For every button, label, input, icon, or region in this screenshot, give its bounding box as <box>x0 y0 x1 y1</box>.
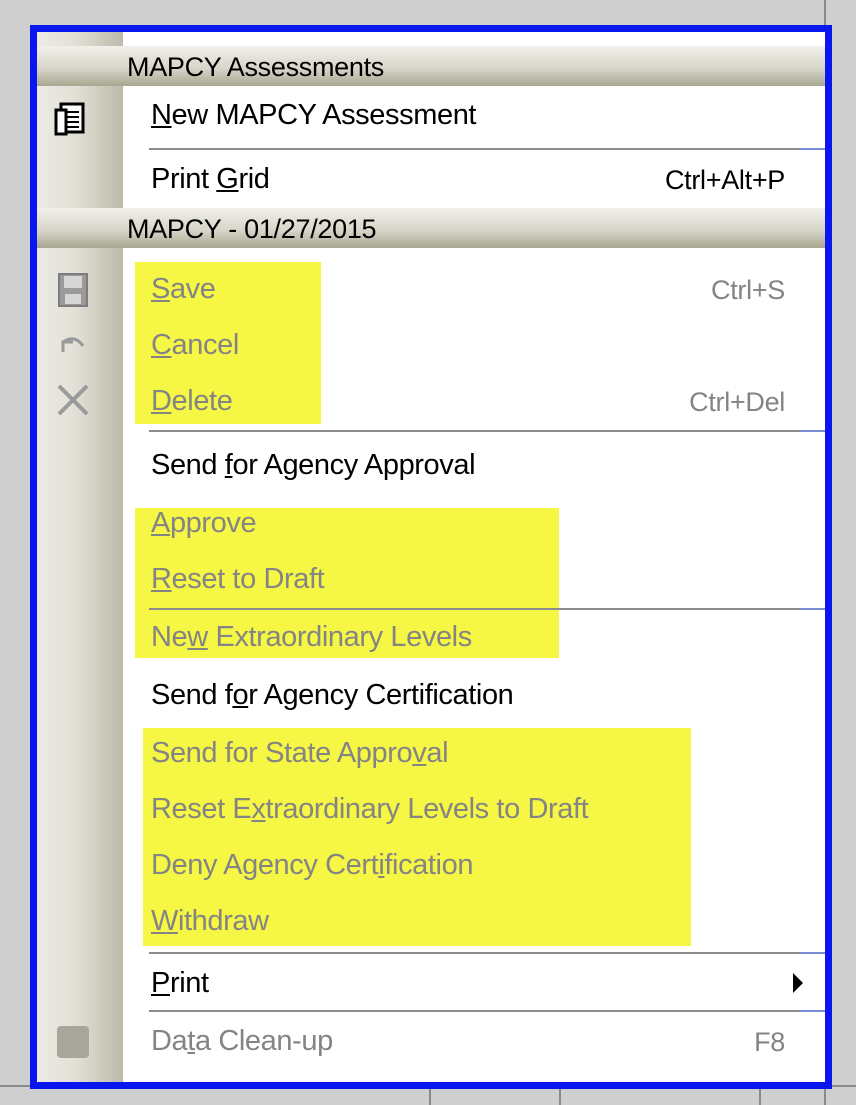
menu-item-label: Save <box>151 273 216 305</box>
shortcut-label: F8 <box>754 1027 785 1057</box>
menu-separator <box>149 1010 799 1012</box>
menu-item-label: Deny Agency Certification <box>151 849 474 881</box>
menu-item-send-state-approval[interactable]: Send for State Approval <box>37 726 825 782</box>
menu-item-label: Send for Agency Approval <box>151 449 476 481</box>
menu-item-label: Print Grid <box>151 163 270 195</box>
menu-item-reset-draft[interactable]: Reset to Draft <box>37 552 825 608</box>
menu-item-label: Withdraw <box>151 905 269 937</box>
menu-item-print[interactable]: Print <box>37 956 825 1012</box>
menu-item-label: New MAPCY Assessment <box>151 99 477 131</box>
menu-separator-edge <box>799 148 825 150</box>
menu-separator-edge <box>799 1010 825 1012</box>
menu-item-label: Print <box>151 967 209 999</box>
shortcut-label: Ctrl+Alt+P <box>664 165 785 195</box>
section-header-record: MAPCY - 01/27/2015 <box>37 208 825 248</box>
shortcut-label: Ctrl+Del <box>689 387 785 417</box>
menu-item-send-agency-approval[interactable]: Send for Agency Approval <box>37 438 825 494</box>
save-icon <box>58 273 88 307</box>
menu-item-label: Data Clean-up <box>151 1025 333 1057</box>
delete-icon <box>57 384 89 416</box>
menu-item-cancel[interactable]: Cancel <box>37 318 825 374</box>
menu-item-new-extraordinary-levels[interactable]: New Extraordinary Levels <box>37 610 825 666</box>
menu-separator <box>149 952 799 954</box>
menu-item-approve[interactable]: Approve <box>37 496 825 552</box>
menu-item-label: Cancel <box>151 329 239 361</box>
menu-item-label: Send for State Approval <box>151 737 449 769</box>
menu-item-withdraw[interactable]: Withdraw <box>37 894 825 950</box>
menu-item-save[interactable]: Save Ctrl+S <box>37 262 825 318</box>
menu-item-data-cleanup[interactable]: Data Clean-up F8 <box>37 1014 825 1070</box>
menu-item-deny-agency-certification[interactable]: Deny Agency Certification <box>37 838 825 894</box>
menu-item-delete[interactable]: Delete Ctrl+Del <box>37 374 825 430</box>
submenu-arrow-icon <box>793 973 803 993</box>
menu-item-label: Reset to Draft <box>151 563 325 595</box>
menu-separator-edge <box>799 952 825 954</box>
shortcut-label: Ctrl+S <box>711 275 785 305</box>
menu-separator <box>149 430 799 432</box>
menu-item-new-assessment[interactable]: New MAPCY Assessment <box>37 88 825 144</box>
data-cleanup-icon <box>57 1026 89 1058</box>
menu-item-label: Delete <box>151 385 233 417</box>
undo-icon <box>61 337 85 352</box>
menu-separator <box>149 148 799 150</box>
section-header-assessments: MAPCY Assessments <box>37 46 825 86</box>
new-document-icon <box>54 102 85 136</box>
menu-item-label: Approve <box>151 507 257 539</box>
section-header-label: MAPCY Assessments <box>127 52 384 82</box>
context-menu: MAPCY Assessments New MAPCY Assessment P… <box>30 25 832 1089</box>
menu-item-send-agency-certification[interactable]: Send for Agency Certification <box>37 668 825 724</box>
section-header-label: MAPCY - 01/27/2015 <box>127 214 377 244</box>
menu-item-label: Reset Extraordinary Levels to Draft <box>151 793 589 825</box>
menu-item-reset-extraordinary-levels[interactable]: Reset Extraordinary Levels to Draft <box>37 782 825 838</box>
menu-item-label: Send for Agency Certification <box>151 679 514 711</box>
menu-item-label: New Extraordinary Levels <box>151 621 472 653</box>
menu-separator-edge <box>799 430 825 432</box>
menu-item-print-grid[interactable]: Print Grid Ctrl+Alt+P <box>37 152 825 208</box>
